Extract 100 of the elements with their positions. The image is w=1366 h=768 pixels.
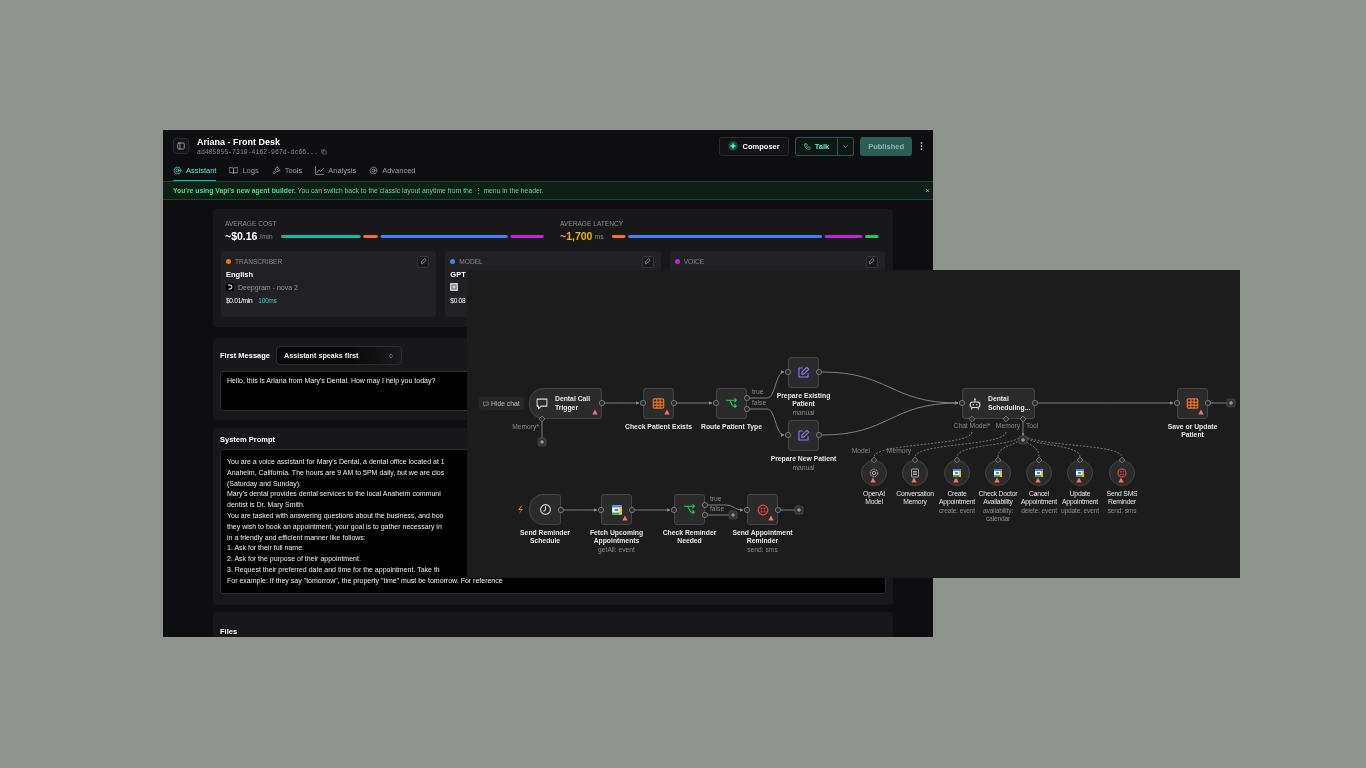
- add-button[interactable]: [1018, 435, 1028, 445]
- add-button[interactable]: [1226, 398, 1236, 408]
- connector-line: [1210, 402, 1228, 404]
- gear-icon: [369, 165, 379, 175]
- table-icon: [652, 397, 665, 410]
- port-handle[interactable]: [1032, 400, 1038, 406]
- port-handle[interactable]: [1174, 400, 1180, 406]
- phone-icon: [803, 142, 811, 150]
- port-diamond[interactable]: [1002, 415, 1010, 423]
- copy-icon[interactable]: [320, 149, 327, 155]
- workflow-node[interactable]: [674, 494, 705, 525]
- sparkle-icon: [727, 141, 738, 151]
- pencil-icon: [868, 258, 876, 265]
- dots-circle-icon: [756, 503, 769, 516]
- workflow-node[interactable]: [716, 388, 747, 419]
- calendar-icon: [952, 468, 962, 478]
- calendar-icon: [1034, 468, 1044, 478]
- calendar-icon: [993, 468, 1003, 478]
- kebab-icon: [920, 141, 923, 151]
- pencil-icon: [419, 258, 427, 265]
- more-button[interactable]: [918, 141, 925, 151]
- d-logo-icon: [226, 283, 234, 291]
- edit-button[interactable]: [866, 255, 878, 268]
- workflow-node[interactable]: [788, 357, 819, 388]
- branch-icon: [683, 503, 696, 516]
- tool-node[interactable]: [902, 460, 928, 486]
- tool-node[interactable]: [985, 460, 1011, 486]
- port-handle[interactable]: [959, 400, 965, 406]
- port-handle[interactable]: [629, 507, 635, 513]
- tool-node[interactable]: [1026, 460, 1052, 486]
- chat-icon: [535, 396, 549, 411]
- tool-node[interactable]: [944, 460, 970, 486]
- port-handle[interactable]: [785, 432, 791, 438]
- sidebar-icon: [177, 142, 185, 150]
- tool-node[interactable]: [1067, 460, 1093, 486]
- tool-node[interactable]: [861, 460, 887, 486]
- chart-icon: [315, 165, 325, 175]
- port-diamond[interactable]: [1076, 456, 1084, 464]
- list-icon: [910, 468, 920, 478]
- dropdown-button[interactable]: [838, 136, 855, 156]
- port-handle[interactable]: [713, 400, 719, 406]
- window-title: Ariana - Front Desk: [197, 136, 282, 147]
- port-diamond[interactable]: [1118, 456, 1126, 464]
- chat-icon: [483, 400, 489, 407]
- pencil-icon: [644, 258, 652, 265]
- gear-icon: [173, 165, 182, 175]
- caret-icon: [842, 142, 850, 150]
- clock-icon: [538, 503, 552, 516]
- workflow-node[interactable]: [788, 420, 819, 451]
- add-button[interactable]: [794, 505, 804, 515]
- port-handle[interactable]: [598, 507, 604, 513]
- chip-icon: [450, 283, 459, 291]
- dots-circle-icon: [1117, 468, 1127, 478]
- workflow-node[interactable]: [529, 494, 561, 525]
- port-diamond[interactable]: [870, 456, 878, 464]
- add-button[interactable]: [728, 510, 738, 520]
- workflow-node[interactable]: [1177, 388, 1208, 419]
- connector-line: [541, 421, 543, 439]
- robot-icon: [968, 396, 982, 411]
- port-handle[interactable]: [558, 507, 564, 513]
- port-handle[interactable]: [775, 507, 781, 513]
- tool-node[interactable]: [1109, 460, 1135, 486]
- sidebar-toggle-button[interactable]: [173, 138, 189, 154]
- port-handle[interactable]: [671, 507, 677, 513]
- port-handle[interactable]: [1205, 400, 1211, 406]
- port-diamond[interactable]: [968, 415, 976, 423]
- metric-value: ~$0.16: [225, 230, 258, 242]
- workflow-node[interactable]: [747, 494, 778, 525]
- workflow-node[interactable]: [601, 494, 632, 525]
- port-diamond[interactable]: [911, 456, 919, 464]
- port-diamond[interactable]: [994, 456, 1002, 464]
- pencil-icon: [797, 429, 810, 442]
- port-diamond[interactable]: [538, 415, 546, 423]
- port-handle[interactable]: [599, 400, 605, 406]
- port-handle[interactable]: [816, 369, 822, 375]
- lightning-icon: [518, 506, 523, 514]
- table-icon: [1186, 397, 1199, 410]
- port-diamond[interactable]: [1035, 456, 1043, 464]
- port-diamond[interactable]: [1019, 415, 1027, 423]
- port-handle[interactable]: [640, 400, 646, 406]
- port-handle[interactable]: [785, 369, 791, 375]
- chevron-icon: [388, 352, 395, 359]
- edit-button[interactable]: [641, 255, 654, 268]
- connector-line: [780, 509, 796, 511]
- port-handle[interactable]: [816, 432, 822, 438]
- add-button[interactable]: [537, 437, 547, 447]
- workflow-node[interactable]: [643, 388, 674, 419]
- connector-line: [707, 514, 730, 516]
- knot-icon: [869, 468, 879, 478]
- calendar-icon: [610, 503, 623, 516]
- wrench-icon: [271, 165, 281, 175]
- port-diamond[interactable]: [953, 456, 961, 464]
- branch-icon: [725, 397, 738, 410]
- metric-value: ~1,700: [560, 230, 593, 242]
- close-button[interactable]: ×: [925, 186, 930, 195]
- port-handle[interactable]: [744, 507, 750, 513]
- edit-button[interactable]: [417, 255, 430, 268]
- calendar-icon: [1075, 468, 1085, 478]
- port-handle[interactable]: [671, 400, 677, 406]
- book-icon: [229, 165, 239, 175]
